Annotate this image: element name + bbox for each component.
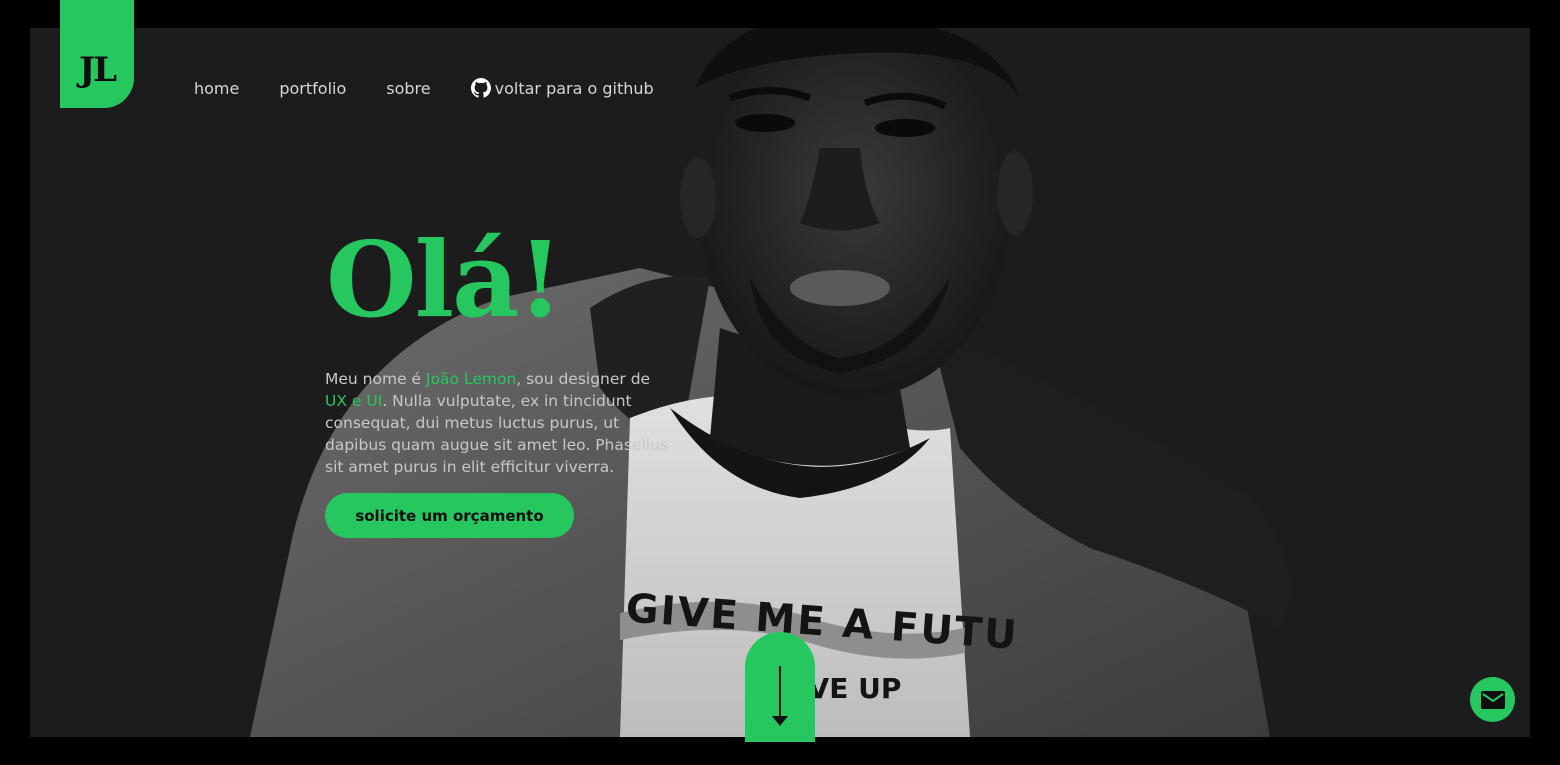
- hero-intro: Meu nome é João Lemon, sou designer de U…: [325, 368, 669, 478]
- intro-name: João Lemon: [426, 370, 517, 388]
- nav-portfolio-link[interactable]: portfolio: [279, 79, 346, 98]
- page-frame: GIVE ME A FUTU NEVE UP home portfolio so…: [30, 28, 1530, 737]
- github-icon: [470, 78, 491, 98]
- intro-role: UX e UI: [325, 392, 383, 410]
- nav-github-link[interactable]: voltar para o github: [470, 78, 654, 98]
- arrow-down-icon-line: [779, 666, 781, 716]
- intro-text-2: , sou designer de: [516, 370, 651, 388]
- scroll-down-button[interactable]: [745, 632, 815, 742]
- mail-button[interactable]: [1470, 677, 1515, 722]
- nav-home-link[interactable]: home: [194, 79, 239, 98]
- main-nav: home portfolio sobre voltar para o githu…: [194, 78, 654, 98]
- hero-photo: GIVE ME A FUTU NEVE UP: [250, 28, 1290, 737]
- logo[interactable]: JL: [60, 0, 134, 108]
- nav-sobre-link[interactable]: sobre: [386, 79, 430, 98]
- arrow-down-icon: [772, 716, 788, 726]
- intro-text-1: Meu nome é: [325, 370, 426, 388]
- github-link-label: voltar para o github: [494, 78, 654, 98]
- request-quote-button[interactable]: solicite um orçamento: [325, 493, 574, 538]
- hero-title: Olá!: [326, 218, 563, 341]
- mail-icon: [1480, 690, 1505, 709]
